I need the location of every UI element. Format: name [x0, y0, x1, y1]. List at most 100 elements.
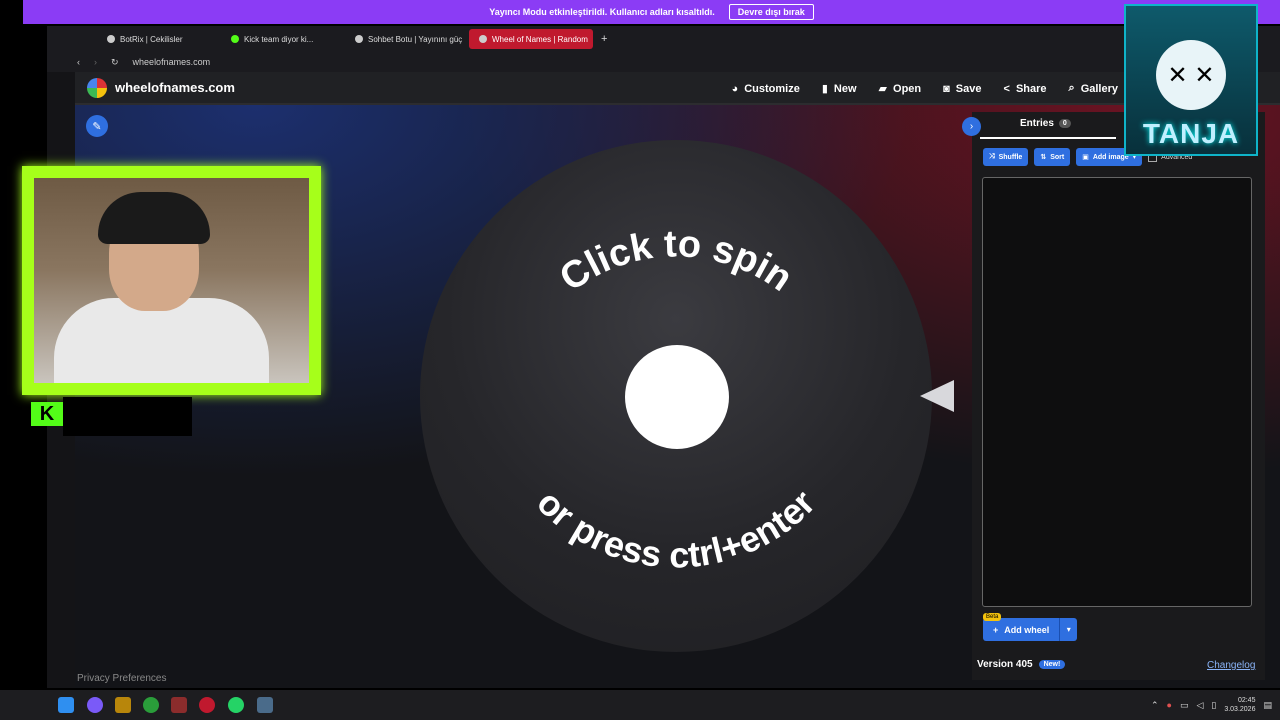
calculator-icon[interactable]: [257, 697, 273, 713]
beta-badge: Beta: [983, 613, 1002, 621]
sort-button[interactable]: ⇅ Sort: [1034, 148, 1071, 166]
click-to-spin-text: Click to spin: [552, 223, 799, 300]
system-tray: ⌃ ● ▭ ◁ ▯ 02:45 3.03.2026 ▤: [1151, 690, 1272, 720]
streamer-mode-banner: Yayıncı Modu etkinleştirildi. Kullanıcı …: [23, 0, 1280, 24]
nav-label: New: [833, 82, 857, 95]
sort-icon: ⇅: [1040, 154, 1047, 161]
nav-label: Customize: [744, 82, 800, 95]
image-icon: ▣: [1082, 154, 1089, 161]
plus-icon: +: [993, 624, 999, 635]
tab-favicon: [107, 35, 115, 43]
app-icon[interactable]: [171, 697, 187, 713]
collapse-panel-icon[interactable]: ›: [962, 117, 981, 136]
wheel-pointer-icon: [920, 380, 954, 412]
entries-label: Entries: [1020, 118, 1054, 129]
search-icon: ⌕: [1068, 82, 1075, 94]
clock-date: 3.03.2026: [1224, 706, 1256, 713]
shuffle-icon: ⤨: [989, 153, 995, 160]
version-label: Version 405: [977, 659, 1033, 670]
tab-favicon: [231, 35, 239, 43]
add-wheel-dropdown-icon[interactable]: ▾: [1059, 618, 1077, 641]
new-badge: New!: [1038, 660, 1066, 669]
tanja-text: TANJA: [1142, 118, 1240, 149]
tanja-logo: ✕ ✕ TANJA: [1124, 4, 1258, 156]
save-button[interactable]: ◙ Save: [943, 83, 981, 95]
sort-label: Sort: [1050, 153, 1065, 161]
wheel-hub[interactable]: [625, 345, 729, 449]
tab-wheel-of-names[interactable]: Wheel of Names | Random: [469, 29, 593, 49]
customize-button[interactable]: ◕ Customize: [732, 83, 800, 95]
svg-text:Click to spin: Click to spin: [552, 223, 799, 300]
network-icon[interactable]: ▭: [1180, 700, 1189, 711]
changelog-link[interactable]: Changelog: [1207, 660, 1255, 671]
add-wheel-label: Add wheel: [1004, 624, 1050, 635]
clock[interactable]: 02:45 3.03.2026: [1224, 696, 1255, 714]
app-icon[interactable]: [115, 697, 131, 713]
site-navbar: wheelofnames.com ◕ Customize ▮ New ▰ Open ◙…: [75, 72, 1280, 105]
save-icon: ◙: [943, 82, 950, 95]
tab-favicon: [355, 35, 363, 43]
microphone-icon[interactable]: ●: [1167, 700, 1172, 710]
privacy-preferences-link[interactable]: Privacy Preferences: [77, 673, 166, 684]
taskbar: ⌃ ● ▭ ◁ ▯ 02:45 3.03.2026 ▤: [0, 690, 1280, 720]
svg-text:or press ctrl+enter: or press ctrl+enter: [529, 482, 823, 576]
volume-icon[interactable]: ◁: [1196, 700, 1203, 711]
tab-label: Kick team diyor ki...: [244, 34, 314, 44]
add-wheel-button[interactable]: + Add wheel ▾: [983, 618, 1078, 641]
webcam-feed: [34, 178, 309, 383]
forward-icon[interactable]: ›: [94, 57, 97, 67]
tab-label: Sohbet Botu | Yayınını güç: [368, 34, 463, 44]
tab-botrix[interactable]: BotRix | Cekilisler: [97, 29, 221, 49]
tab-sohbet[interactable]: Sohbet Botu | Yayınını güç: [345, 29, 469, 49]
app-icon[interactable]: [87, 697, 103, 713]
marshmello-mascot-icon: ✕ ✕: [1156, 40, 1226, 110]
clock-time: 02:45: [1237, 697, 1256, 704]
share-button[interactable]: < Share: [1004, 83, 1047, 95]
palette-icon: ◕: [731, 82, 739, 95]
chevron-up-icon[interactable]: ⌃: [1151, 700, 1159, 711]
streamer-beanie: [98, 192, 210, 244]
disable-streamer-mode-button[interactable]: Devre dışı bırak: [728, 4, 814, 20]
tab-favicon: [479, 35, 487, 43]
nav-label: Open: [893, 82, 922, 95]
reload-icon[interactable]: ↻: [111, 57, 119, 68]
kick-logo-icon: K: [31, 402, 63, 426]
nav-label: Share: [1015, 82, 1047, 95]
overlay-black-box: [63, 397, 192, 436]
open-button[interactable]: ▰ Open: [878, 82, 922, 96]
nav-label: Save: [955, 82, 982, 95]
wheel-logo-icon[interactable]: [87, 77, 107, 98]
tab-kick[interactable]: Kick team diyor ki...: [221, 29, 345, 49]
banner-message: Yayıncı Modu etkinleştirildi. Kullanıcı …: [489, 7, 715, 17]
back-icon[interactable]: ‹: [77, 57, 80, 67]
site-name[interactable]: wheelofnames.com: [115, 80, 235, 95]
chrome-icon[interactable]: [143, 697, 159, 713]
battery-icon[interactable]: ▯: [1211, 700, 1216, 711]
tab-entries[interactable]: Entries 0: [1020, 118, 1071, 129]
entries-textarea[interactable]: [982, 177, 1252, 607]
new-tab-button[interactable]: +: [601, 33, 607, 45]
entries-count-badge: 0: [1058, 119, 1071, 128]
tab-bar: BotRix | Cekilisler Kick team diyor ki..…: [47, 26, 1280, 52]
gallery-button[interactable]: ⌕ Gallery: [1069, 82, 1118, 95]
new-button[interactable]: ▮ New: [821, 82, 857, 96]
webcam-overlay: [22, 166, 321, 395]
edit-pencil-icon[interactable]: ✎: [86, 115, 108, 137]
file-icon: ▮: [821, 83, 828, 95]
url-field[interactable]: wheelofnames.com: [133, 57, 211, 67]
active-tab-underline: [980, 137, 1116, 139]
folder-icon: ▰: [878, 83, 888, 95]
tab-label: BotRix | Cekilisler: [120, 34, 183, 44]
opera-icon[interactable]: [199, 697, 215, 713]
windows-start-icon[interactable]: [58, 697, 74, 713]
version-info: Version 405 New!: [977, 659, 1066, 670]
ctrl-enter-hint-text: or press ctrl+enter: [529, 482, 823, 576]
shuffle-button[interactable]: ⤨ Shuffle: [983, 148, 1029, 166]
nav-label: Gallery: [1080, 82, 1118, 95]
notification-icon[interactable]: ▤: [1263, 700, 1272, 711]
whatsapp-icon[interactable]: [228, 697, 244, 713]
share-icon: <: [1003, 82, 1010, 95]
shuffle-label: Shuffle: [998, 153, 1023, 161]
tab-label: Wheel of Names | Random: [492, 34, 588, 44]
address-bar: ‹ › ↻ wheelofnames.com: [47, 52, 1280, 72]
